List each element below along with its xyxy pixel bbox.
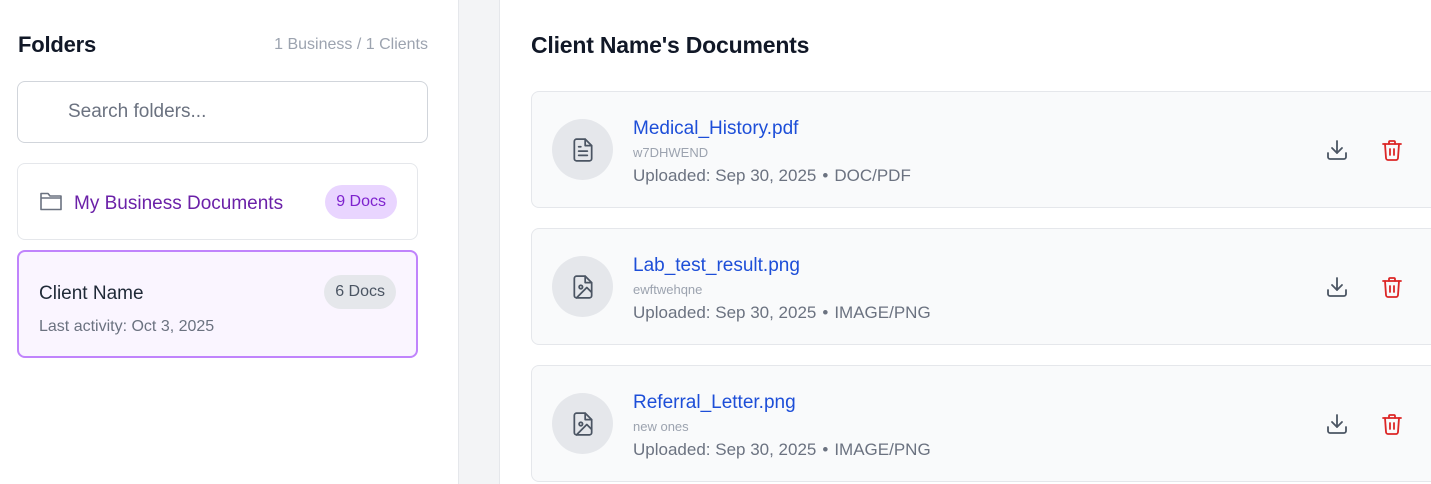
- document-link[interactable]: Referral_Letter.png: [633, 392, 796, 414]
- document-description: new ones: [633, 419, 689, 434]
- document-description: ewftwehqne: [633, 282, 703, 297]
- document-meta: Uploaded: Sep 30, 2025 • IMAGE/PNG: [633, 440, 931, 460]
- document-row: Lab_test_result.png ewftwehqne Uploaded:…: [531, 228, 1431, 345]
- delete-button[interactable]: [1376, 271, 1408, 303]
- download-button[interactable]: [1321, 134, 1353, 166]
- file-type: IMAGE/PNG: [834, 440, 931, 459]
- file-type: IMAGE/PNG: [834, 303, 931, 322]
- meta-separator: •: [822, 166, 829, 185]
- delete-button[interactable]: [1376, 408, 1408, 440]
- folder-count: 1 Business / 1 Clients: [274, 36, 428, 53]
- folder-name: My Business Documents: [74, 193, 284, 214]
- trash-icon: [1382, 277, 1402, 298]
- search-input[interactable]: [18, 82, 427, 142]
- search-box: [17, 81, 428, 143]
- download-icon: [1327, 277, 1347, 297]
- folders-sidebar: Folders 1 Business / 1 Clients My Busine…: [0, 0, 459, 484]
- download-icon: [1327, 414, 1347, 434]
- upload-date: Uploaded: Sep 30, 2025: [633, 440, 817, 459]
- doc-count-badge: 6 Docs: [324, 275, 396, 309]
- page-title: Client Name's Documents: [531, 32, 810, 58]
- doc-count-badge: 9 Docs: [325, 185, 397, 219]
- file-image-icon: [572, 274, 593, 299]
- delete-button[interactable]: [1376, 134, 1408, 166]
- sidebar-header: Folders 1 Business / 1 Clients: [18, 32, 428, 58]
- document-icon-wrap: [552, 256, 613, 317]
- folder-icon: [40, 192, 62, 211]
- documents-panel: Client Name's Documents Medical_History.…: [499, 0, 1431, 484]
- document-icon-wrap: [552, 119, 613, 180]
- folder-name: Client Name: [39, 283, 144, 304]
- folder-item-client[interactable]: Client Name 6 Docs Last activity: Oct 3,…: [17, 250, 418, 358]
- folder-item-business[interactable]: My Business Documents 9 Docs: [17, 163, 418, 240]
- download-icon: [1327, 140, 1347, 160]
- document-description: w7DHWEND: [633, 145, 709, 160]
- file-type: DOC/PDF: [834, 166, 911, 185]
- sidebar-title: Folders: [18, 32, 97, 57]
- file-image-icon: [572, 411, 593, 436]
- document-meta: Uploaded: Sep 30, 2025 • IMAGE/PNG: [633, 303, 931, 323]
- upload-date: Uploaded: Sep 30, 2025: [633, 303, 817, 322]
- document-row: Referral_Letter.png new ones Uploaded: S…: [531, 365, 1431, 482]
- document-link[interactable]: Medical_History.pdf: [633, 118, 798, 140]
- document-row: Medical_History.pdf w7DHWEND Uploaded: S…: [531, 91, 1431, 208]
- upload-date: Uploaded: Sep 30, 2025: [633, 166, 817, 185]
- download-button[interactable]: [1321, 408, 1353, 440]
- meta-separator: •: [822, 440, 829, 459]
- meta-separator: •: [822, 303, 829, 322]
- document-link[interactable]: Lab_test_result.png: [633, 255, 800, 277]
- trash-icon: [1382, 414, 1402, 435]
- trash-icon: [1382, 140, 1402, 161]
- download-button[interactable]: [1321, 271, 1353, 303]
- last-activity: Last activity: Oct 3, 2025: [39, 318, 215, 335]
- document-meta: Uploaded: Sep 30, 2025 • DOC/PDF: [633, 166, 911, 186]
- document-icon-wrap: [552, 393, 613, 454]
- file-text-icon: [572, 137, 593, 162]
